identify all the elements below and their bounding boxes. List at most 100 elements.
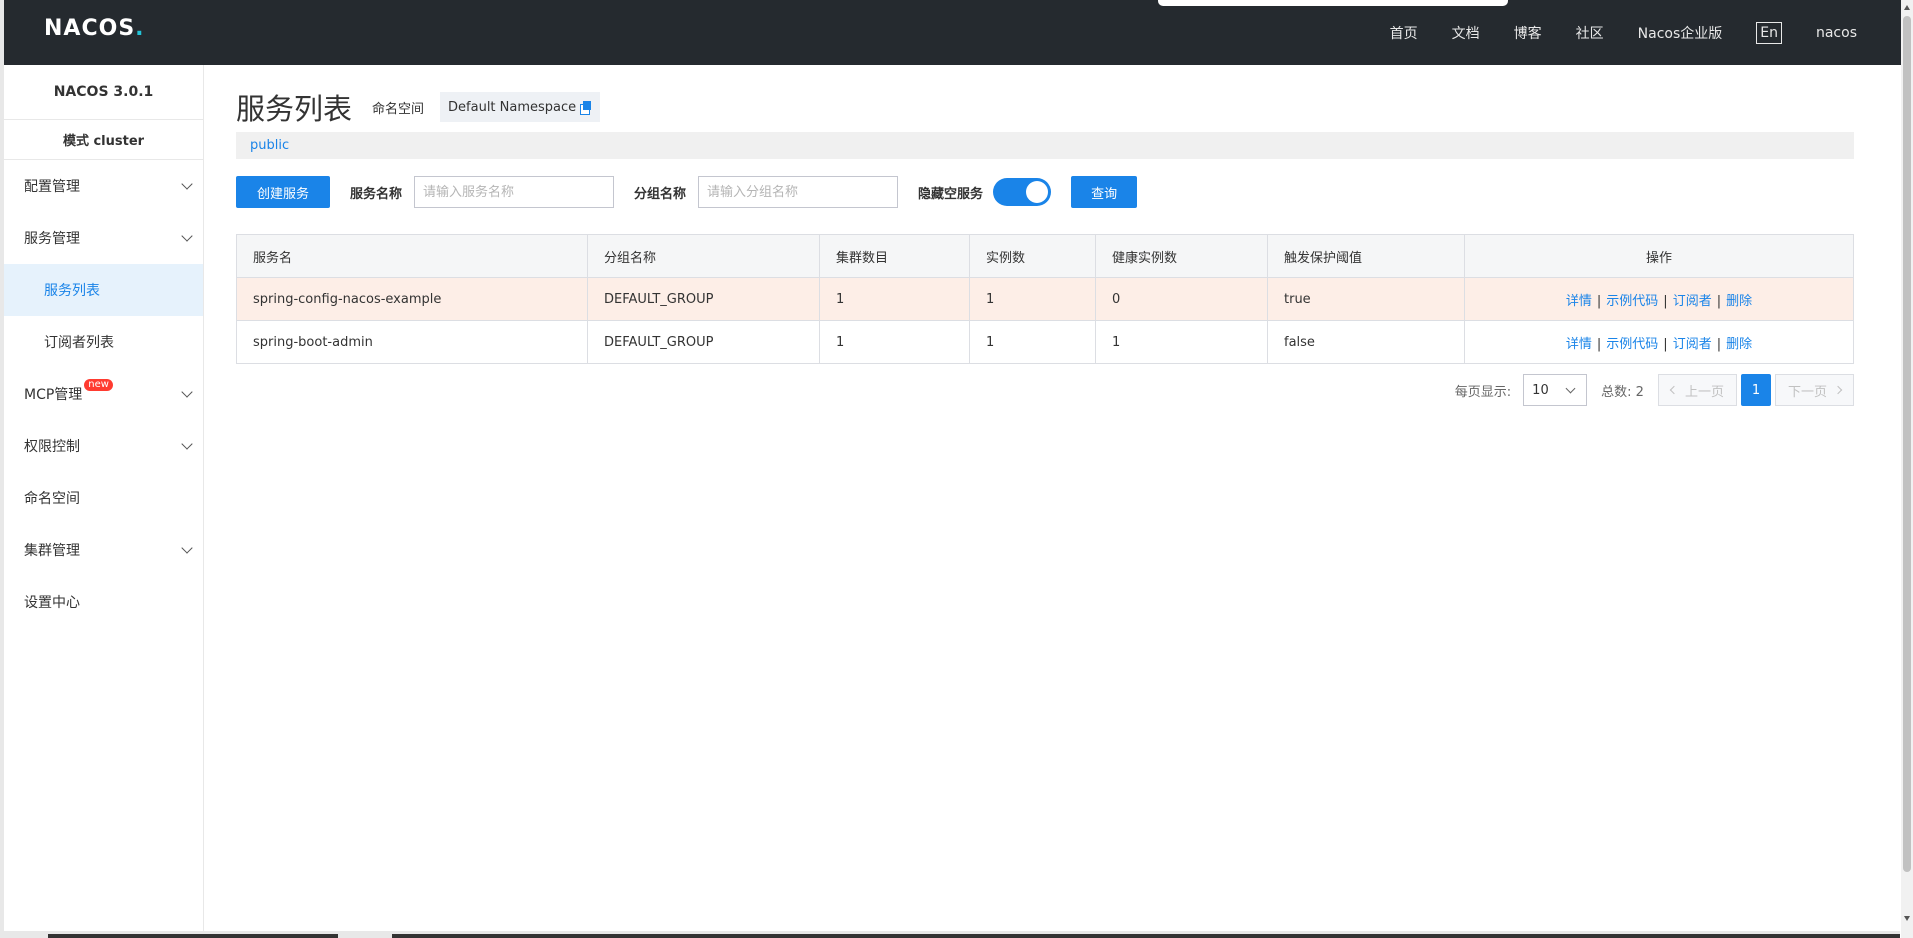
title-row: 服务列表 命名空间 Default Namespace — [236, 87, 601, 127]
page-size-value: 10 — [1532, 382, 1549, 398]
new-badge: new — [84, 379, 113, 391]
hide-empty-toggle[interactable] — [993, 178, 1052, 206]
op-separator: | — [1596, 336, 1602, 352]
cell-service-name: spring-boot-admin — [236, 320, 588, 364]
nav-enterprise[interactable]: Nacos企业版 — [1638, 23, 1723, 43]
hide-empty-label: 隐藏空服务 — [918, 186, 984, 202]
total-count: 总数: 2 — [1601, 384, 1644, 400]
sidebar-item-label: 设置中心 — [24, 595, 80, 611]
namespace-value: Default Namespace — [448, 99, 577, 115]
nacos-logo[interactable]: NACOS. — [44, 16, 145, 41]
language-switch-button[interactable]: En — [1756, 21, 1782, 44]
namespace-tab-public[interactable]: public — [250, 138, 289, 153]
filter-bar: 创建服务 服务名称 分组名称 隐藏空服务 查询 — [236, 176, 1854, 208]
subscribers-link[interactable]: 订阅者 — [1673, 294, 1712, 309]
delete-link[interactable]: 删除 — [1726, 294, 1752, 309]
sidebar-item-settings[interactable]: 设置中心 — [4, 576, 203, 628]
sidebar-item-service[interactable]: 服务管理 — [4, 212, 203, 264]
sidebar-version: NACOS 3.0.1 — [4, 65, 203, 120]
cell-threshold: true — [1267, 277, 1465, 321]
col-service-name: 服务名 — [236, 234, 588, 278]
chevron-down-icon — [181, 438, 193, 450]
bottom-strip — [0, 931, 1900, 938]
subscribers-link[interactable]: 订阅者 — [1673, 337, 1712, 352]
sidebar-item-label: 命名空间 — [24, 491, 80, 507]
cell-threshold: false — [1267, 320, 1465, 364]
prev-page-button[interactable]: 上一页 — [1657, 374, 1737, 406]
next-page-label: 下一页 — [1787, 384, 1827, 400]
cell-group-name: DEFAULT_GROUP — [587, 277, 820, 321]
chevron-down-icon — [1565, 383, 1576, 394]
col-healthy-count: 健康实例数 — [1095, 234, 1268, 278]
sidebar-mode: 模式 cluster — [4, 120, 203, 160]
col-ops: 操作 — [1464, 234, 1854, 278]
sample-code-link[interactable]: 示例代码 — [1606, 337, 1658, 352]
copy-icon[interactable] — [580, 101, 592, 115]
sidebar-item-subscribers[interactable]: 订阅者列表 — [4, 316, 203, 368]
cell-cluster-count: 1 — [819, 320, 970, 364]
nav-home[interactable]: 首页 — [1390, 23, 1418, 43]
delete-link[interactable]: 删除 — [1726, 337, 1752, 352]
cell-ops: 详情 | 示例代码 | 订阅者 | 删除 — [1464, 277, 1854, 321]
namespace-chip: Default Namespace — [440, 92, 601, 122]
group-name-input[interactable] — [698, 176, 899, 208]
sidebar-item-config[interactable]: 配置管理 — [4, 160, 203, 212]
nav-docs[interactable]: 文档 — [1452, 23, 1480, 43]
col-threshold: 触发保护阈值 — [1267, 234, 1465, 278]
cell-instance-count: 1 — [969, 277, 1096, 321]
cell-service-name: spring-config-nacos-example — [236, 277, 588, 321]
service-name-input[interactable] — [414, 176, 615, 208]
chevron-down-icon — [181, 178, 193, 190]
sidebar-item-service-list[interactable]: 服务列表 — [4, 264, 203, 316]
detail-link[interactable]: 详情 — [1566, 294, 1592, 309]
sidebar-item-label: 配置管理 — [24, 179, 80, 195]
table-header-row: 服务名 分组名称 集群数目 实例数 健康实例数 触发保护阈值 操作 — [236, 234, 1854, 278]
scroll-down-arrow-icon[interactable] — [1904, 916, 1910, 921]
query-button[interactable]: 查询 — [1071, 176, 1138, 208]
sidebar-item-auth[interactable]: 权限控制 — [4, 420, 203, 472]
sidebar-item-cluster[interactable]: 集群管理 — [4, 524, 203, 576]
col-group-name: 分组名称 — [587, 234, 820, 278]
group-name-label: 分组名称 — [634, 186, 687, 202]
create-service-button[interactable]: 创建服务 — [236, 176, 331, 208]
nav-community[interactable]: 社区 — [1576, 23, 1604, 43]
scroll-up-arrow-icon[interactable] — [1904, 5, 1910, 10]
page-title: 服务列表 — [236, 92, 353, 126]
sidebar-item-mcp[interactable]: MCP管理 new — [4, 368, 203, 420]
namespace-label: 命名空间 — [372, 101, 425, 117]
col-instance-count: 实例数 — [969, 234, 1096, 278]
cell-instance-count: 1 — [969, 320, 1096, 364]
sidebar-item-label: MCP管理 — [24, 387, 83, 403]
prev-page-label: 上一页 — [1684, 384, 1724, 400]
table-row: spring-boot-admin DEFAULT_GROUP 1 1 1 fa… — [236, 320, 1854, 364]
chevron-down-icon — [181, 386, 193, 398]
page-size-select[interactable]: 10 — [1523, 374, 1588, 406]
top-nav-links: 首页 文档 博客 社区 Nacos企业版 En nacos — [1356, 0, 1857, 65]
user-menu[interactable]: nacos — [1816, 25, 1857, 41]
sample-code-link[interactable]: 示例代码 — [1606, 294, 1658, 309]
sidebar-item-label: 服务管理 — [24, 231, 80, 247]
sidebar-item-namespace[interactable]: 命名空间 — [4, 472, 203, 524]
bottom-strip-segment — [392, 934, 1900, 938]
col-cluster-count: 集群数目 — [819, 234, 970, 278]
op-separator: | — [1663, 336, 1668, 352]
service-name-label: 服务名称 — [350, 186, 403, 202]
chevron-down-icon — [181, 542, 193, 554]
vertical-scrollbar[interactable] — [1901, 0, 1913, 938]
scroll-thumb[interactable] — [1903, 16, 1911, 872]
service-table: 服务名 分组名称 集群数目 实例数 健康实例数 触发保护阈值 操作 spring… — [236, 234, 1854, 364]
top-popup-edge — [1158, 0, 1508, 6]
page-number-current[interactable]: 1 — [1740, 374, 1771, 406]
page-size-label: 每页显示: — [1454, 384, 1512, 400]
sidebar-item-label: 集群管理 — [24, 543, 80, 559]
detail-link[interactable]: 详情 — [1566, 337, 1592, 352]
cell-group-name: DEFAULT_GROUP — [587, 320, 820, 364]
next-page-button[interactable]: 下一页 — [1774, 374, 1854, 406]
sidebar-item-label: 服务列表 — [44, 283, 100, 299]
table-row: spring-config-nacos-example DEFAULT_GROU… — [236, 277, 1854, 321]
cell-cluster-count: 1 — [819, 277, 970, 321]
namespace-tabs: public — [236, 132, 1854, 159]
cell-healthy-count: 1 — [1095, 320, 1268, 364]
op-separator: | — [1663, 293, 1668, 309]
nav-blog[interactable]: 博客 — [1514, 23, 1542, 43]
